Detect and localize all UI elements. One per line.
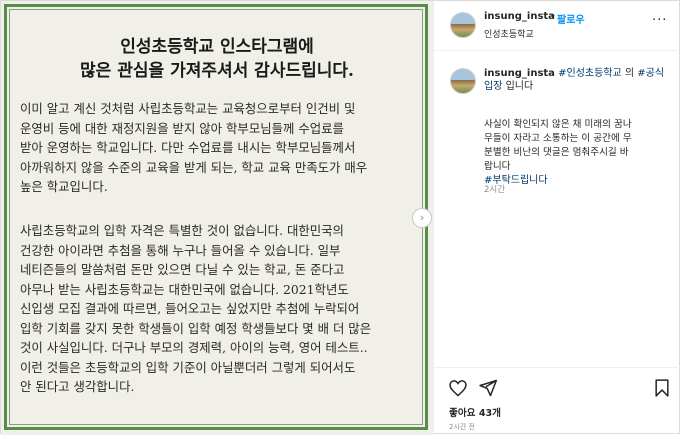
avatar[interactable] [450,12,476,38]
caption-time: 2시간 [484,185,506,195]
hashtag-link-continued[interactable]: 입장 [484,81,502,92]
paragraph-line: 것이 사실입니다. 더구나 부모의 경제력, 아이의 능력, 영어 테스트.. [20,340,368,355]
header-separator: • [550,11,556,22]
paragraph-line: 안 된다고 생각합니다. [20,379,135,394]
paragraph-line: 사립초등학교의 입학 자격은 특별한 것이 없습니다. 대한민국의 [20,223,344,238]
document-paragraph-1: 이미 알고 계신 것처럼 사립초등학교는 교육청으로부터 인건비 및 운영비 등… [20,99,416,197]
paragraph-line: 아무나 받는 사립초등학교는 대한민국에 없습니다. 2021학년도 [20,281,349,297]
paragraph-line: 받아 운영하는 학교입니다. 다만 수업료를 내시는 학부모님들께서 [20,140,356,155]
paragraph-line: 이런 것들은 초등학교의 입학 기준이 아닐뿐더러 그렇게 되어서도 [20,359,356,375]
paragraph-line: 건강한 아이라면 추첨을 통해 누구나 들어올 수 있습니다. 일부 [20,242,341,258]
paragraph-line: 아까워하지 않을 수준의 교육을 받게 되는, 학교 교육 만족도가 매우 [20,159,368,175]
post-image: 인성초등학교 인스타그램에 많은 관심을 가져주셔서 감사드립니다. 이미 알고… [1,1,433,435]
caption-text: 의 [621,68,638,79]
caption-text: 입니다 [502,81,534,92]
caption-first-line: insung_insta #인성초등학교 의 #공식입장 입니다 [484,67,676,93]
caption-line: 사실이 확인되지 않은 채 미래의 꿈나 [484,119,632,130]
caption-body: 사실이 확인되지 않은 채 미래의 꿈나 무들이 자라고 소통하는 이 공간에 … [484,118,676,188]
post-header: insung_insta • 팔로우 인성초등학교 ··· [434,1,680,51]
header-username[interactable]: insung_insta [484,11,555,22]
paragraph-line: 높은 학교입니다. [20,179,108,194]
follow-button[interactable]: 팔로우 [557,11,585,26]
document-title-line2: 많은 관심을 가져주셔서 감사드립니다. [80,61,354,81]
instagram-post: 인성초등학교 인스타그램에 많은 관심을 가져주셔서 감사드립니다. 이미 알고… [0,0,680,435]
paragraph-line: 네티즌들의 말씀처럼 돈만 있으면 다닐 수 있는 학교, 돈 준다고 [20,262,345,277]
next-image-button[interactable]: › [412,208,432,228]
caption-line: 랍니다 [484,161,511,172]
likes-count[interactable]: 좋아요 43개 [449,405,501,419]
paragraph-line: 입학 기회를 갖지 못한 학생들이 입학 예정 학생들보다 몇 배 더 많은 [20,320,372,336]
post-timestamp: 2시간 전 [449,423,475,431]
paragraph-line: 신입생 모집 결과에 따르면, 들어오고는 싶었지만 추첨에 누락되어 [20,301,360,316]
action-bar [434,367,680,397]
post-sidebar: insung_insta • 팔로우 인성초등학교 ··· insung_ins… [433,1,680,435]
hashtag-link[interactable]: #인성초등학교 [558,68,622,79]
bookmark-icon[interactable] [652,378,672,398]
heart-icon[interactable] [448,378,468,398]
hashtag-link[interactable]: #공식 [637,68,664,79]
document-paragraph-2: 사립초등학교의 입학 자격은 특별한 것이 없습니다. 대한민국의 건강한 아이… [20,221,416,397]
caption-username[interactable]: insung_insta [484,68,555,79]
paragraph-line: 이미 알고 계신 것처럼 사립초등학교는 교육청으로부터 인건비 및 [20,101,356,116]
share-icon[interactable] [478,378,498,398]
caption-line: 분별한 비난의 댓글은 멈춰주시길 바 [484,147,629,158]
document-title-line1: 인성초등학교 인스타그램에 [120,37,314,57]
paragraph-line: 운영비 등에 대한 재정지원을 받지 않아 학부모님들께 수업료를 [20,120,344,136]
caption-line: 무들이 자라고 소통하는 이 공간에 무 [484,133,632,144]
more-icon[interactable]: ··· [652,13,667,28]
caption-avatar[interactable] [450,68,476,94]
hashtag-link[interactable]: #부탁드립니다 [484,174,676,188]
header-location[interactable]: 인성초등학교 [484,27,534,40]
